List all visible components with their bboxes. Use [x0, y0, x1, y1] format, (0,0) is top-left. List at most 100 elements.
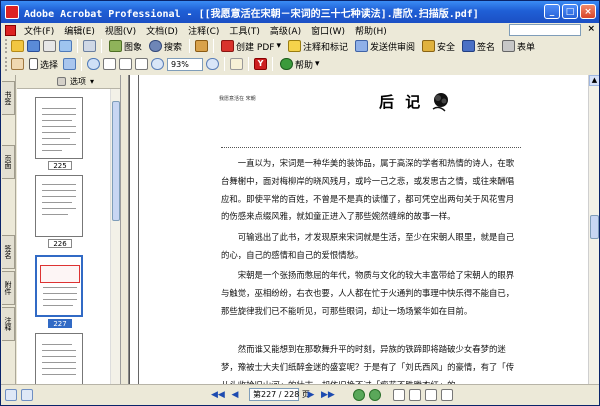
facing-icon[interactable]	[425, 389, 437, 401]
menu-view[interactable]: 视图(V)	[100, 24, 141, 37]
lock-icon	[422, 40, 435, 52]
email-icon[interactable]	[59, 40, 72, 52]
tab-bookmarks[interactable]: 书签	[2, 81, 15, 115]
window-title: Adobe Acrobat Professional - [[我愿意活在宋朝－宋…	[24, 8, 479, 20]
open-folder-icon[interactable]	[11, 40, 24, 52]
security-button[interactable]: 安全	[420, 40, 457, 53]
sign-label: 签名	[477, 42, 496, 53]
toolbar-grip[interactable]	[5, 39, 8, 53]
peony-ornament	[432, 93, 448, 112]
hand-edit-icon[interactable]	[195, 40, 209, 52]
zoom-in-icon[interactable]	[206, 58, 220, 70]
menu-comments[interactable]: 注释(C)	[183, 24, 224, 37]
save-icon[interactable]	[27, 40, 40, 52]
fit-width-icon[interactable]	[135, 58, 149, 70]
forms-label: 表单	[517, 42, 536, 53]
tab-comments[interactable]: 注释	[2, 307, 15, 341]
zoom-field[interactable]: 93%	[167, 57, 204, 71]
send-review-label: 发送供审阅	[369, 42, 415, 53]
help-label: 帮助	[295, 60, 314, 71]
menu-edit[interactable]: 编辑(E)	[59, 24, 100, 37]
continuous-facing-icon[interactable]	[441, 389, 453, 401]
previous-page-button[interactable]: ◀	[229, 389, 241, 401]
select-tool-button[interactable]: 选择	[27, 58, 60, 71]
first-page-button[interactable]: ◀◀	[211, 389, 225, 401]
page-thumbnail[interactable]: 225	[35, 97, 85, 170]
page-thumbnail-selected[interactable]: 227	[35, 255, 85, 328]
scroll-up-arrow[interactable]: ▲	[589, 75, 599, 86]
pen-icon	[462, 40, 476, 52]
create-pdf-button[interactable]: 创建 PDF ▾	[219, 40, 283, 53]
menu-advanced[interactable]: 高级(A)	[265, 24, 306, 37]
maximize-button[interactable]: □	[562, 4, 578, 19]
page-thumbnail[interactable]: 226	[35, 175, 85, 248]
document-close-button[interactable]: ×	[587, 24, 595, 34]
forms-icon	[502, 40, 516, 52]
hand-tool-icon[interactable]	[11, 58, 24, 70]
actual-size-icon[interactable]	[103, 58, 117, 70]
panel-splitter[interactable]	[122, 75, 129, 384]
fit-page-icon[interactable]	[119, 58, 133, 70]
tab-bookmarks-label: 书签	[4, 91, 12, 105]
status-bar: ◀◀ ◀ 第227 / 228 页 ▶ ▶▶	[1, 384, 599, 405]
sign-button[interactable]: 签名	[460, 40, 497, 53]
toolbar-separator	[189, 39, 191, 53]
next-page-button[interactable]: ▶	[305, 389, 317, 401]
image-button[interactable]: 图象	[107, 40, 144, 53]
zoom-out-icon[interactable]	[151, 58, 165, 70]
trash-icon[interactable]	[57, 77, 66, 86]
menu-help[interactable]: 帮助(H)	[350, 24, 392, 37]
page-number-field[interactable]: 第227 / 228 页	[249, 388, 310, 401]
last-page-button[interactable]: ▶▶	[321, 389, 335, 401]
go-forward-icon[interactable]	[369, 389, 381, 401]
print-icon[interactable]	[43, 40, 56, 52]
menu-tools[interactable]: 工具(T)	[224, 24, 265, 37]
continuous-icon[interactable]	[409, 389, 421, 401]
tab-comments-label: 注释	[4, 317, 12, 331]
close-button[interactable]: ×	[580, 4, 596, 19]
running-head: 我愿意活在 宋朝	[219, 96, 256, 102]
image-icon	[109, 40, 122, 52]
menu-file[interactable]: 文件(F)	[19, 24, 59, 37]
toolbar-separator	[248, 57, 250, 71]
rotate-icon[interactable]	[230, 58, 244, 70]
image-label: 图象	[124, 42, 143, 53]
toolbar-separator	[101, 39, 102, 53]
menu-window[interactable]: 窗口(W)	[306, 24, 350, 37]
options-menu[interactable]: 选项	[70, 76, 86, 87]
text-cursor-icon	[29, 58, 38, 70]
minimize-button[interactable]: _	[544, 4, 560, 19]
thumbnail-image	[35, 97, 83, 159]
document-page: 我愿意活在 宋朝 后 记 一直以为，宋词是一种华美的装饰品，属于高深的学者和热情…	[138, 75, 588, 384]
page-size-icon[interactable]	[5, 389, 17, 401]
attach-icon[interactable]	[83, 40, 96, 52]
acrobat-app-icon	[5, 5, 19, 19]
toolbar-grip[interactable]	[5, 57, 8, 71]
search-button[interactable]: 搜索	[147, 40, 184, 53]
snapshot-icon[interactable]	[63, 58, 77, 70]
attachment-icon[interactable]	[21, 389, 33, 401]
pages-scrollbar[interactable]	[110, 89, 120, 384]
thumbnail-image	[35, 175, 83, 237]
help-search-field[interactable]	[509, 24, 581, 36]
pages-scrollbar-thumb[interactable]	[112, 101, 120, 221]
tab-pages[interactable]: 页面	[2, 145, 15, 179]
yahoo-icon[interactable]: Y	[254, 58, 268, 70]
view-toolbar: 选择 93% Y 帮助 ▾	[1, 55, 599, 73]
send-review-button[interactable]: 发送供审阅	[353, 40, 417, 53]
page-number-label: 226	[48, 239, 72, 248]
create-pdf-label: 创建 PDF	[236, 42, 275, 53]
tab-attachments[interactable]: 附件	[2, 271, 15, 305]
document-scrollbar[interactable]: ▲	[588, 75, 599, 384]
document-view[interactable]: 我愿意活在 宋朝 后 记 一直以为，宋词是一种华美的装饰品，属于高深的学者和热情…	[129, 75, 588, 384]
zoom-icon[interactable]	[87, 58, 101, 70]
go-back-icon[interactable]	[353, 389, 365, 401]
comment-markup-label: 注释和标记	[302, 42, 348, 53]
tab-signatures[interactable]: 签名	[2, 235, 15, 269]
document-scrollbar-thumb[interactable]	[590, 215, 599, 239]
single-page-icon[interactable]	[393, 389, 405, 401]
forms-button[interactable]: 表单	[500, 40, 537, 53]
help-button[interactable]: 帮助 ▾	[278, 58, 322, 71]
menu-document[interactable]: 文档(D)	[141, 24, 183, 37]
comment-markup-button[interactable]: 注释和标记	[286, 40, 350, 53]
